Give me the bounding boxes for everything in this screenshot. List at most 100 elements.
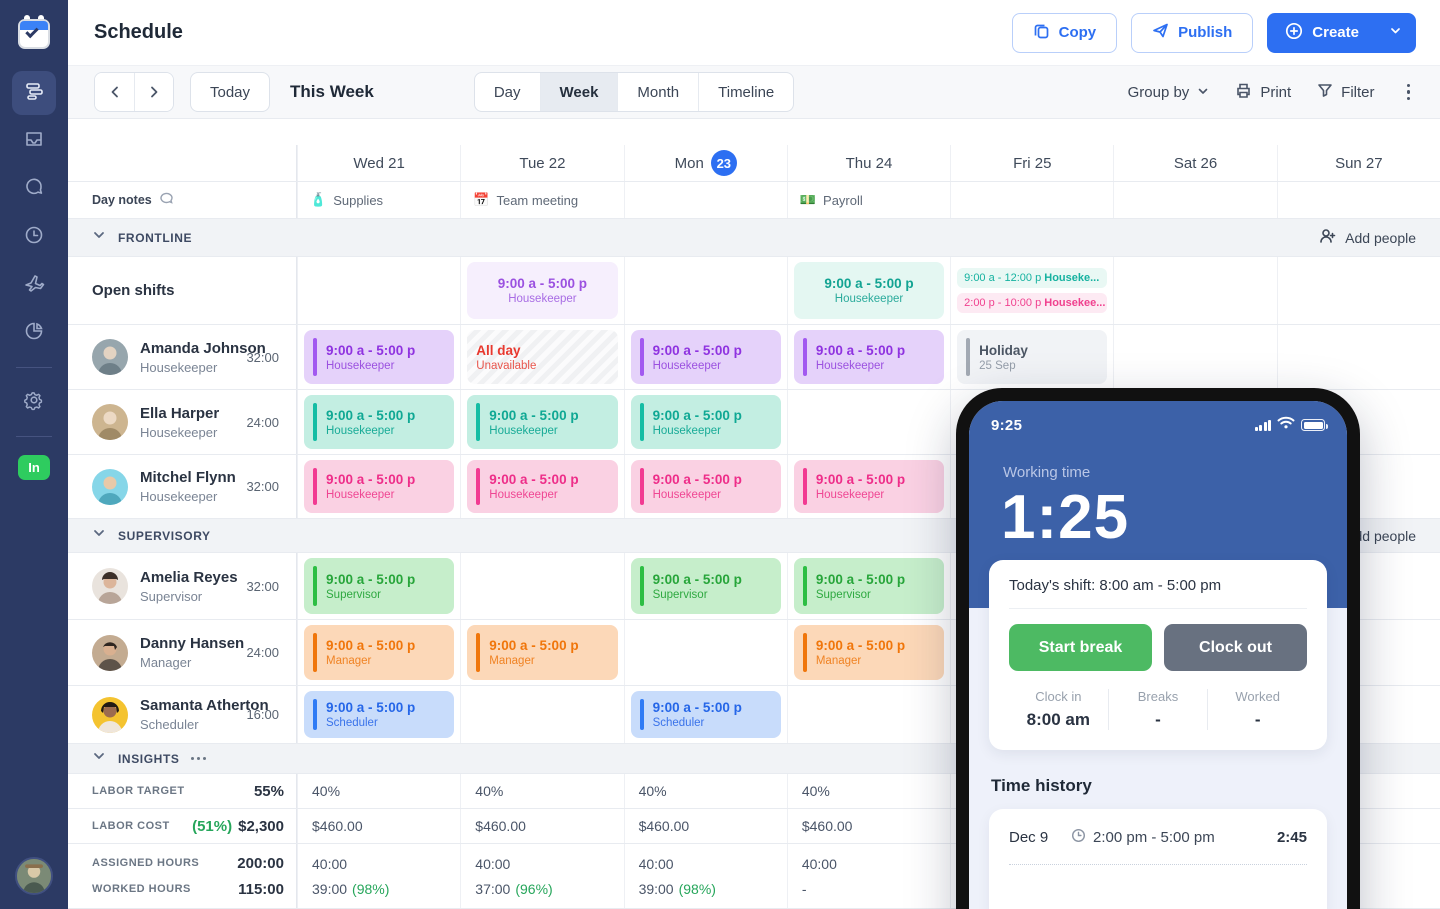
shift-cell[interactable]: 9:00 a - 5:00 pHousekeeper [297, 325, 460, 389]
start-break-button[interactable]: Start break [1009, 624, 1152, 671]
shift-chip[interactable]: 9:00 a - 5:00 pHousekeeper [631, 395, 781, 449]
shift-cell[interactable]: 9:00 a - 12:00 p Houseke... 2:00 p - 10:… [950, 257, 1113, 324]
day-header[interactable]: Tue 22 [460, 145, 623, 181]
shift-cell[interactable]: 9:00 a - 5:00 pSupervisor [787, 553, 950, 619]
employee-cell[interactable]: Amelia ReyesSupervisor 32:00 [68, 553, 297, 619]
open-shift-chip-mini[interactable]: 9:00 a - 12:00 p Houseke... [957, 268, 1107, 288]
shift-chip[interactable]: 9:00 a - 5:00 pHousekeeper [631, 330, 781, 384]
copy-button[interactable]: Copy [1012, 13, 1118, 53]
day-note-empty[interactable] [950, 182, 1113, 218]
day-header[interactable]: Wed 21 [297, 145, 460, 181]
open-shift-chip-mini[interactable]: 2:00 p - 10:00 p Housekee... [957, 293, 1107, 313]
shift-cell[interactable]: 9:00 a - 5:00 pHousekeeper [297, 455, 460, 518]
employee-cell[interactable]: Ella HarperHousekeeper 24:00 [68, 390, 297, 454]
sidebar-item-inbox[interactable] [12, 119, 56, 163]
shift-chip[interactable]: 9:00 a - 5:00 pManager [467, 625, 617, 680]
sidebar-item-settings[interactable] [12, 380, 56, 424]
sidebar-item-reports[interactable] [12, 311, 56, 355]
sidebar-item-messages[interactable] [12, 167, 56, 211]
prev-week-button[interactable] [95, 73, 134, 111]
shift-chip[interactable]: 9:00 a - 5:00 pScheduler [631, 691, 781, 738]
shift-chip[interactable]: 9:00 a - 5:00 pHousekeeper [467, 395, 617, 449]
shift-chip[interactable]: 9:00 a - 5:00 pManager [794, 625, 944, 680]
group-by-dropdown[interactable]: Group by [1128, 84, 1210, 101]
time-history-entry[interactable]: Dec 9 2:00 pm - 5:00 pm 2:45 [1009, 828, 1307, 865]
shift-chip[interactable]: 9:00 a - 5:00 pHousekeeper [304, 460, 454, 513]
shift-cell[interactable]: 9:00 a - 5:00 pManager [460, 620, 623, 685]
shift-cell[interactable] [1113, 325, 1276, 389]
section-header-frontline[interactable]: FRONTLINE Add people [68, 219, 1440, 257]
day-header[interactable]: Thu 24 [787, 145, 950, 181]
shift-chip[interactable]: 9:00 a - 5:00 pHousekeeper [467, 460, 617, 513]
shift-cell[interactable]: 9:00 a - 5:00 pHousekeeper [460, 455, 623, 518]
add-people-button[interactable]: Add people [1319, 227, 1416, 248]
shift-chip[interactable]: 9:00 a - 5:00 pHousekeeper [304, 395, 454, 449]
shift-cell[interactable] [624, 257, 787, 324]
day-note[interactable]: 📅Team meeting [460, 182, 623, 218]
shift-chip[interactable]: 9:00 a - 5:00 pHousekeeper [304, 330, 454, 384]
shift-cell[interactable] [787, 686, 950, 743]
more-options-kebab-icon[interactable] [1401, 80, 1417, 105]
tab-timeline[interactable]: Timeline [698, 73, 793, 111]
shift-cell[interactable]: 9:00 a - 5:00 pHousekeeper [460, 390, 623, 454]
tab-day[interactable]: Day [475, 73, 540, 111]
shift-chip[interactable]: 9:00 a - 5:00 pSupervisor [631, 558, 781, 614]
tab-week[interactable]: Week [540, 73, 618, 111]
employee-cell[interactable]: Danny HansenManager 24:00 [68, 620, 297, 685]
sidebar-item-schedule[interactable] [12, 71, 56, 115]
holiday-chip[interactable]: Holiday25 Sep [957, 330, 1107, 384]
shift-cell[interactable]: All dayUnavailable [460, 325, 623, 389]
shift-chip[interactable]: 9:00 a - 5:00 pHousekeeper [794, 460, 944, 513]
open-shift-chip[interactable]: 9:00 a - 5:00 pHousekeeper [794, 262, 944, 319]
shift-chip[interactable]: 9:00 a - 5:00 pScheduler [304, 691, 454, 738]
shift-cell[interactable]: 9:00 a - 5:00 pScheduler [297, 686, 460, 743]
shift-cell[interactable] [460, 686, 623, 743]
today-button[interactable]: Today [190, 72, 270, 112]
filter-button[interactable]: Filter [1317, 82, 1374, 102]
day-note-empty[interactable] [624, 182, 787, 218]
shift-cell[interactable]: 9:00 a - 5:00 pHousekeeper [460, 257, 623, 324]
day-header[interactable]: Sun 27 [1277, 145, 1440, 181]
clock-out-button[interactable]: Clock out [1164, 624, 1307, 671]
shift-chip[interactable]: 9:00 a - 5:00 pSupervisor [304, 558, 454, 614]
user-avatar[interactable] [15, 857, 53, 895]
shift-cell[interactable] [787, 390, 950, 454]
day-header[interactable]: Fri 25 [950, 145, 1113, 181]
shift-cell[interactable] [1277, 257, 1440, 324]
shift-cell[interactable]: 9:00 a - 5:00 pHousekeeper [787, 325, 950, 389]
sidebar-item-time-clock[interactable] [12, 215, 56, 259]
day-header-today[interactable]: Mon23 [624, 145, 787, 181]
print-button[interactable]: Print [1235, 82, 1291, 103]
tab-month[interactable]: Month [617, 73, 698, 111]
shift-cell[interactable]: 9:00 a - 5:00 pManager [787, 620, 950, 685]
employee-cell[interactable]: Mitchel FlynnHousekeeper 32:00 [68, 455, 297, 518]
shift-chip[interactable]: 9:00 a - 5:00 pManager [304, 625, 454, 680]
publish-button[interactable]: Publish [1131, 13, 1253, 53]
day-note[interactable]: 💵Payroll [787, 182, 950, 218]
insights-more-icon[interactable] [191, 757, 206, 760]
shift-cell[interactable]: 9:00 a - 5:00 pHousekeeper [297, 390, 460, 454]
day-note[interactable]: 🧴Supplies [297, 182, 460, 218]
shift-cell[interactable]: 9:00 a - 5:00 pHousekeeper [787, 455, 950, 518]
create-button[interactable]: Create [1267, 13, 1416, 53]
unavailable-chip[interactable]: All dayUnavailable [467, 330, 617, 384]
shift-cell[interactable] [1113, 257, 1276, 324]
shift-cell[interactable]: 9:00 a - 5:00 pHousekeeper [787, 257, 950, 324]
shift-cell[interactable]: 9:00 a - 5:00 pHousekeeper [624, 325, 787, 389]
shift-chip[interactable]: 9:00 a - 5:00 pHousekeeper [631, 460, 781, 513]
shift-cell[interactable]: 9:00 a - 5:00 pHousekeeper [624, 390, 787, 454]
day-header[interactable]: Sat 26 [1113, 145, 1276, 181]
sidebar-item-time-off[interactable] [12, 263, 56, 307]
shift-chip[interactable]: 9:00 a - 5:00 pHousekeeper [794, 330, 944, 384]
clock-in-status-badge[interactable]: In [18, 455, 50, 480]
create-dropdown-caret[interactable] [1375, 24, 1416, 41]
shift-cell[interactable]: 9:00 a - 5:00 pScheduler [624, 686, 787, 743]
shift-cell[interactable]: 9:00 a - 5:00 pHousekeeper [624, 455, 787, 518]
shift-cell[interactable] [297, 257, 460, 324]
shift-cell[interactable] [624, 620, 787, 685]
employee-cell[interactable]: Samanta AthertonScheduler 16:00 [68, 686, 297, 743]
next-week-button[interactable] [134, 73, 173, 111]
shift-cell[interactable]: Holiday25 Sep [950, 325, 1113, 389]
employee-cell[interactable]: Amanda JohnsonHousekeeper 32:00 [68, 325, 297, 389]
shift-cell[interactable] [1277, 325, 1440, 389]
